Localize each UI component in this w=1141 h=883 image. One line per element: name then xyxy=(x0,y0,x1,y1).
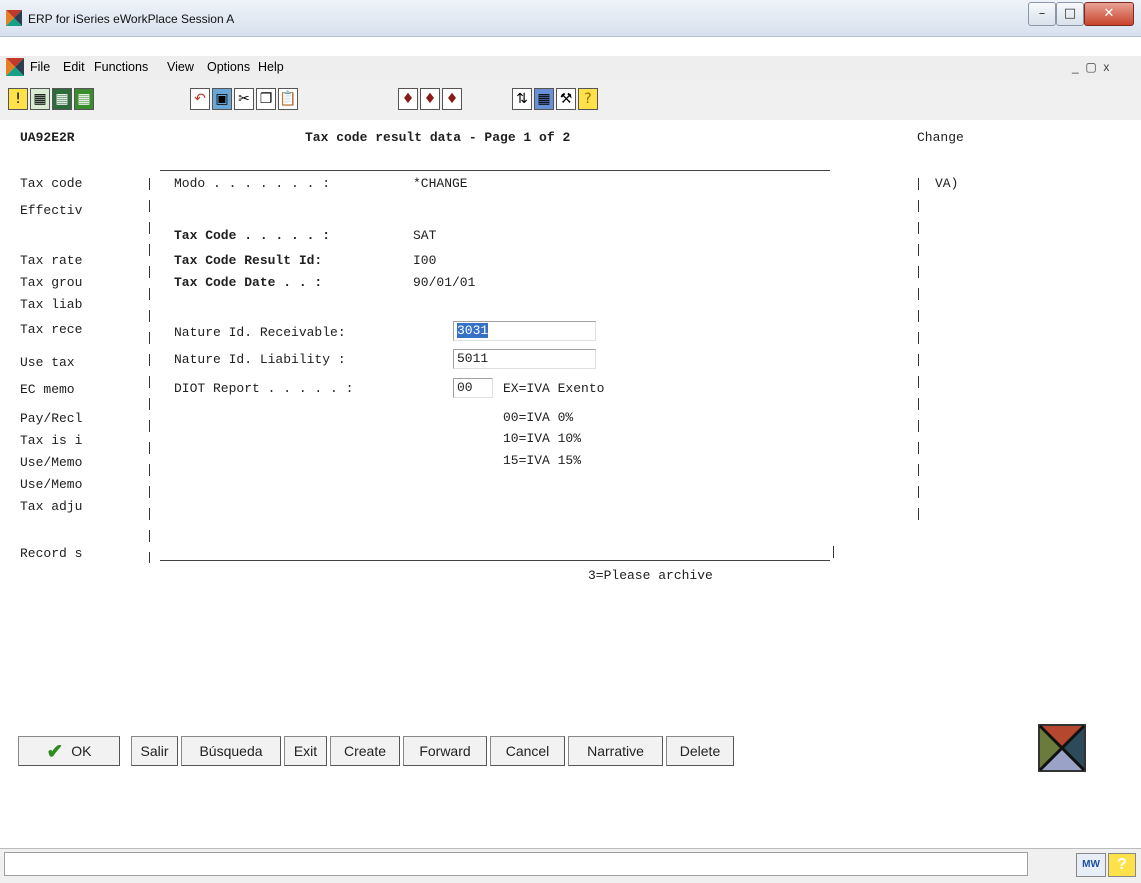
grid-icon[interactable]: ▦ xyxy=(74,88,94,110)
tax-code-value: SAT xyxy=(413,228,437,243)
tax-code-label: Tax Code . . . . . : xyxy=(174,228,331,243)
nature-receivable-label: Nature Id. Receivable: xyxy=(174,325,346,340)
minimize-button[interactable]: – xyxy=(1028,2,1056,26)
nature-receivable-value: 3031 xyxy=(457,323,489,338)
diot-option-15: 15=IVA 15% xyxy=(503,453,582,468)
tools-icon[interactable]: ⚒ xyxy=(556,88,576,110)
nature-receivable-input[interactable]: 3031 xyxy=(453,321,596,341)
result-id-value: I00 xyxy=(413,253,437,268)
menu-functions[interactable]: Functions xyxy=(94,60,148,74)
label-tax-adju: Tax adju xyxy=(20,499,83,514)
modo-value: *CHANGE xyxy=(413,176,468,191)
macro-2-icon[interactable]: ♦ xyxy=(420,88,440,110)
label-tax-rece: Tax rece xyxy=(20,322,83,337)
label-record-s: Record s xyxy=(20,546,83,561)
mw-badge[interactable]: MW xyxy=(1076,853,1106,877)
cut-icon[interactable]: ✂ xyxy=(234,88,254,110)
help-badge[interactable]: ? xyxy=(1108,853,1136,877)
popup-right-border xyxy=(918,178,919,530)
label-use-tax: Use tax xyxy=(20,355,75,370)
menu-options[interactable]: Options xyxy=(207,60,250,74)
menu-file[interactable]: File xyxy=(30,60,50,74)
close-button[interactable]: ✕ xyxy=(1084,2,1134,26)
transfer-icon[interactable]: ⇅ xyxy=(512,88,532,110)
nature-liability-label: Nature Id. Liability : xyxy=(174,352,346,367)
busqueda-button[interactable]: Búsqueda xyxy=(181,736,281,766)
diot-option-10: 10=IVA 10% xyxy=(503,431,582,446)
label-pay-recl: Pay/Recl xyxy=(20,411,83,426)
menu-view[interactable]: View xyxy=(167,60,194,74)
connect-icon[interactable]: ▦ xyxy=(30,88,50,110)
diot-report-label: DIOT Report . . . . . : xyxy=(174,381,354,396)
label-use-memo-2: Use/Memo xyxy=(20,477,83,492)
macro-1-icon[interactable]: ♦ xyxy=(398,88,418,110)
label-tax-liab: Tax liab xyxy=(20,297,83,312)
popup-left-border xyxy=(149,178,150,563)
ok-button[interactable]: ✔ OK xyxy=(18,736,120,766)
maximize-button[interactable]: □ xyxy=(1056,2,1084,26)
ok-button-label: OK xyxy=(71,743,92,759)
menu-logo-icon xyxy=(6,58,24,76)
popup-top-border xyxy=(160,170,830,171)
nature-liability-input[interactable]: 5011 xyxy=(453,349,596,369)
help-icon[interactable]: ? xyxy=(578,88,598,110)
delete-button[interactable]: Delete xyxy=(666,736,734,766)
tax-code-date-label: Tax Code Date . . : xyxy=(174,275,323,290)
menu-help[interactable]: Help xyxy=(258,60,284,74)
check-icon: ✔ xyxy=(46,741,64,763)
status-message-field xyxy=(4,852,1028,876)
undo-icon[interactable]: ↶ xyxy=(190,88,210,110)
label-use-memo-1: Use/Memo xyxy=(20,455,83,470)
inner-window-controls[interactable]: _ ▢ x xyxy=(1072,60,1109,74)
tax-code-date-value: 90/01/01 xyxy=(413,275,476,290)
diot-report-input[interactable]: 00 xyxy=(453,378,493,398)
diot-option-ex: EX=IVA Exento xyxy=(503,381,605,396)
result-id-label: Tax Code Result Id: xyxy=(174,253,323,268)
popup-bottom-border xyxy=(160,560,830,561)
exit-button[interactable]: Exit xyxy=(284,736,327,766)
cancel-button[interactable]: Cancel xyxy=(490,736,565,766)
program-id: UA92E2R xyxy=(20,130,75,145)
label-ec-memo: EC memo xyxy=(20,382,75,397)
salir-button[interactable]: Salir xyxy=(131,736,178,766)
mode-label: Change xyxy=(917,130,964,145)
page-title: Tax code result data - Page 1 of 2 xyxy=(305,130,571,145)
narrative-button[interactable]: Narrative xyxy=(568,736,663,766)
macro-3-icon[interactable]: ♦ xyxy=(442,88,462,110)
label-tax-code: Tax code xyxy=(20,176,83,191)
menu-edit[interactable]: Edit xyxy=(63,60,85,74)
create-button[interactable]: Create xyxy=(330,736,400,766)
app-logo-icon xyxy=(6,10,22,26)
table-icon[interactable]: ▦ xyxy=(534,88,554,110)
screen-icon[interactable]: ▣ xyxy=(212,88,232,110)
modo-label: Modo . . . . . . . : xyxy=(174,176,331,191)
diot-option-00: 00=IVA 0% xyxy=(503,410,574,425)
popup-corner-mark xyxy=(833,546,834,558)
label-tax-is: Tax is i xyxy=(20,433,83,448)
key-icon[interactable]: ! xyxy=(8,88,28,110)
forward-button[interactable]: Forward xyxy=(403,736,487,766)
label-tax-group: Tax grou xyxy=(20,275,83,290)
label-tax-rate: Tax rate xyxy=(20,253,83,268)
brand-logo xyxy=(1038,724,1086,772)
archive-hint: 3=Please archive xyxy=(588,568,713,583)
right-fragment: VA) xyxy=(935,176,959,191)
label-effective: Effectiv xyxy=(20,203,83,218)
copy-icon[interactable]: ❐ xyxy=(256,88,276,110)
window-title: ERP for iSeries eWorkPlace Session A xyxy=(28,12,235,26)
paste-icon[interactable]: 📋 xyxy=(278,88,298,110)
disconnect-icon[interactable]: ▦ xyxy=(52,88,72,110)
